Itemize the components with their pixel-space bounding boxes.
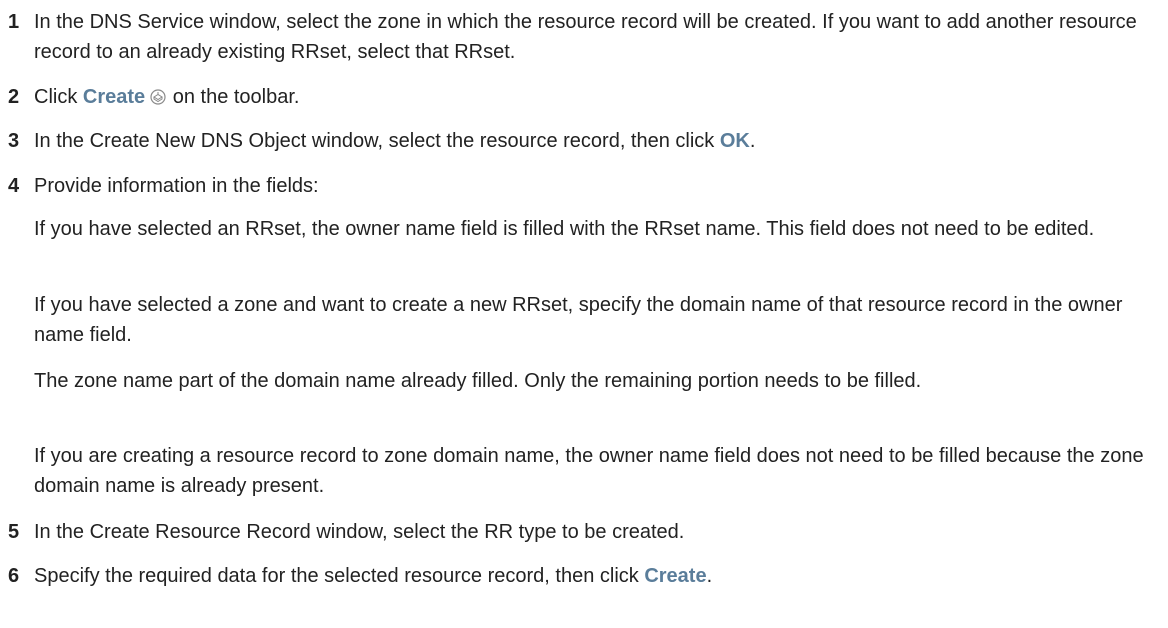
step-text-before: Click [34, 86, 83, 108]
step-text-before: Specify the required data for the select… [34, 565, 645, 587]
step-6: 6 Specify the required data for the sele… [8, 561, 1160, 591]
step-number: 5 [8, 521, 20, 543]
step-1: 1 In the DNS Service window, select the … [8, 7, 1160, 67]
step-text: In the Create Resource Record window, se… [34, 521, 685, 543]
step-text: In the Create New DNS Object window, sel… [34, 126, 1160, 156]
step-4-paragraph: If you are creating a resource record to… [34, 445, 1144, 497]
step-text: Provide information in the fields: [34, 175, 319, 197]
step-text: Specify the required data for the select… [34, 561, 1160, 591]
create-icon [149, 85, 167, 105]
step-text: In the DNS Service window, select the zo… [34, 11, 1137, 63]
step-4-paragraph: If you have selected an RRset, the owner… [34, 218, 1095, 240]
step-number: 1 [8, 11, 20, 33]
step-3: 3 In the Create New DNS Object window, s… [8, 126, 1160, 156]
step-4-paragraph: The zone name part of the domain name al… [34, 370, 922, 392]
step-number: 6 [8, 565, 20, 587]
step-number: 3 [8, 130, 20, 152]
step-number: 4 [8, 175, 20, 197]
step-4: 4 Provide information in the fields: [8, 171, 1160, 201]
document: 1 In the DNS Service window, select the … [0, 0, 1168, 628]
create-ui-reference: Create [644, 565, 707, 587]
step-text: Click Create on the toolbar. [34, 82, 1160, 112]
create-ui-reference: Create [82, 86, 146, 108]
step-text-after: . [749, 130, 756, 152]
step-4-paragraph: If you have selected a zone and want to … [34, 294, 1123, 346]
step-text-after: . [706, 565, 713, 587]
step-2: 2 Click Create on the toolbar. [8, 82, 1160, 112]
step-text-after: on the toolbar. [167, 86, 300, 108]
step-text-before: In the Create New DNS Object window, sel… [34, 130, 720, 152]
ok-ui-reference: OK [719, 130, 750, 152]
step-number: 2 [8, 86, 20, 108]
step-5: 5 In the Create Resource Record window, … [8, 517, 1160, 547]
